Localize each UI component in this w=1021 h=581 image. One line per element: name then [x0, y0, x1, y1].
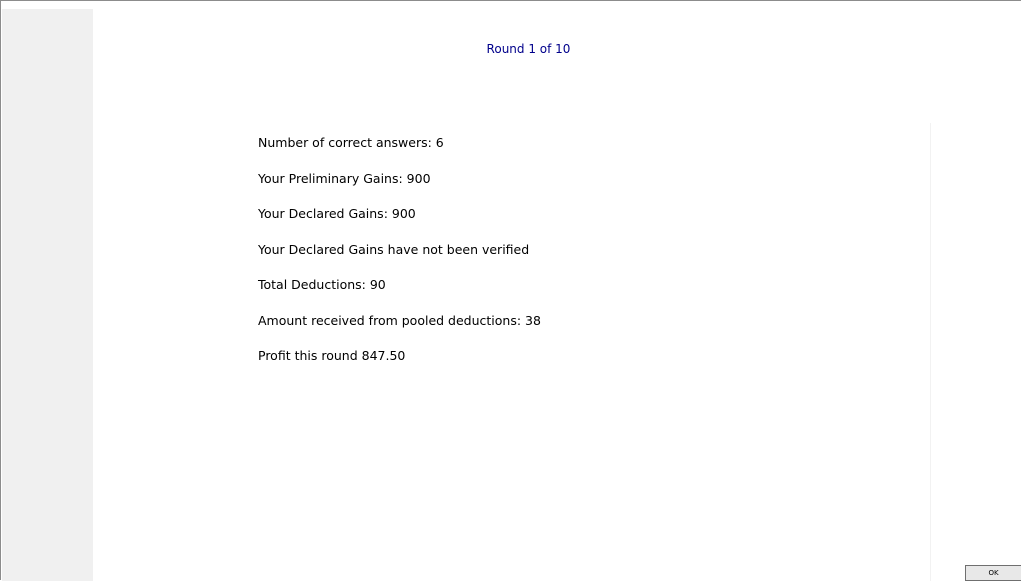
pooled-deductions-text: Amount received from pooled deductions: … [258, 312, 541, 328]
preliminary-gains-text: Your Preliminary Gains: 900 [258, 170, 431, 186]
verification-status-text: Your Declared Gains have not been verifi… [258, 241, 530, 257]
results-screen: Round 1 of 10 Number of correct answers:… [0, 0, 1021, 581]
profit-text: Profit this round 847.50 [258, 348, 406, 363]
results-panel: Number of correct answers: 6 Your Prelim… [258, 135, 541, 384]
right-divider [930, 123, 931, 581]
total-deductions-text: Total Deductions: 90 [258, 277, 386, 292]
left-sidebar [2, 9, 93, 581]
round-indicator: Round 1 of 10 [486, 42, 571, 56]
declared-gains-text: Your Declared Gains: 900 [258, 206, 416, 221]
correct-answers-text: Number of correct answers: 6 [258, 135, 444, 150]
ok-button[interactable]: OK [965, 565, 1021, 581]
